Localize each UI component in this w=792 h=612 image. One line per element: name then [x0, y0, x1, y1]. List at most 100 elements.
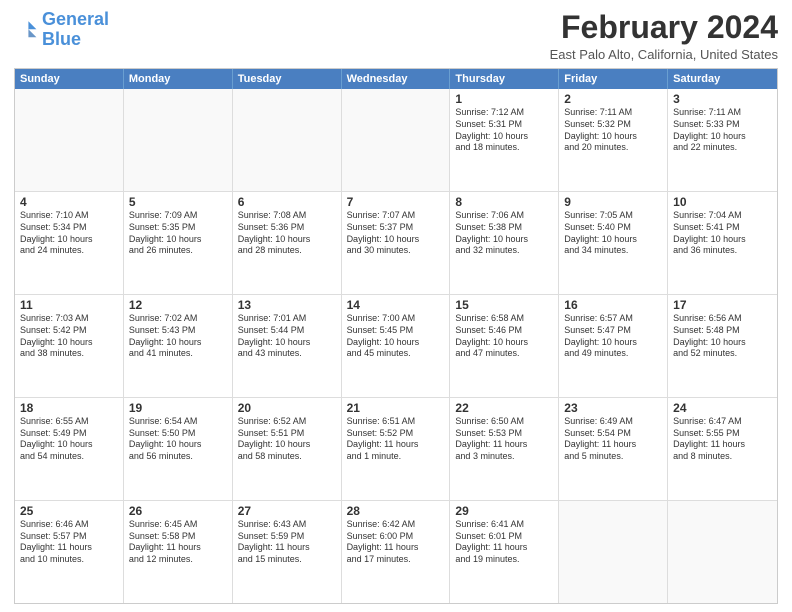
- day-number: 11: [20, 298, 118, 312]
- page: General Blue February 2024 East Palo Alt…: [0, 0, 792, 612]
- day-number: 10: [673, 195, 772, 209]
- day-number: 21: [347, 401, 445, 415]
- cell-text: Sunrise: 7:03 AM Sunset: 5:42 PM Dayligh…: [20, 313, 118, 360]
- day-number: 2: [564, 92, 662, 106]
- cell-text: Sunrise: 6:50 AM Sunset: 5:53 PM Dayligh…: [455, 416, 553, 463]
- calendar-cell-w1-d0: 4Sunrise: 7:10 AM Sunset: 5:34 PM Daylig…: [15, 192, 124, 294]
- calendar-cell-w4-d3: 28Sunrise: 6:42 AM Sunset: 6:00 PM Dayli…: [342, 501, 451, 603]
- day-number: 15: [455, 298, 553, 312]
- cell-text: Sunrise: 7:02 AM Sunset: 5:43 PM Dayligh…: [129, 313, 227, 360]
- cell-text: Sunrise: 6:41 AM Sunset: 6:01 PM Dayligh…: [455, 519, 553, 566]
- cell-text: Sunrise: 6:42 AM Sunset: 6:00 PM Dayligh…: [347, 519, 445, 566]
- calendar-cell-w4-d6: [668, 501, 777, 603]
- calendar-cell-w1-d4: 8Sunrise: 7:06 AM Sunset: 5:38 PM Daylig…: [450, 192, 559, 294]
- day-number: 9: [564, 195, 662, 209]
- calendar-header: SundayMondayTuesdayWednesdayThursdayFrid…: [15, 69, 777, 89]
- calendar-cell-w0-d5: 2Sunrise: 7:11 AM Sunset: 5:32 PM Daylig…: [559, 89, 668, 191]
- day-number: 22: [455, 401, 553, 415]
- calendar-cell-w2-d6: 17Sunrise: 6:56 AM Sunset: 5:48 PM Dayli…: [668, 295, 777, 397]
- calendar-cell-w3-d4: 22Sunrise: 6:50 AM Sunset: 5:53 PM Dayli…: [450, 398, 559, 500]
- header: General Blue February 2024 East Palo Alt…: [14, 10, 778, 62]
- cell-text: Sunrise: 6:54 AM Sunset: 5:50 PM Dayligh…: [129, 416, 227, 463]
- calendar-cell-w0-d0: [15, 89, 124, 191]
- cell-text: Sunrise: 7:10 AM Sunset: 5:34 PM Dayligh…: [20, 210, 118, 257]
- calendar-cell-w2-d4: 15Sunrise: 6:58 AM Sunset: 5:46 PM Dayli…: [450, 295, 559, 397]
- day-number: 19: [129, 401, 227, 415]
- calendar-cell-w4-d5: [559, 501, 668, 603]
- day-number: 26: [129, 504, 227, 518]
- calendar-row-3: 18Sunrise: 6:55 AM Sunset: 5:49 PM Dayli…: [15, 397, 777, 500]
- cell-text: Sunrise: 7:09 AM Sunset: 5:35 PM Dayligh…: [129, 210, 227, 257]
- calendar-cell-w4-d2: 27Sunrise: 6:43 AM Sunset: 5:59 PM Dayli…: [233, 501, 342, 603]
- logo: General Blue: [14, 10, 109, 50]
- calendar-cell-w3-d3: 21Sunrise: 6:51 AM Sunset: 5:52 PM Dayli…: [342, 398, 451, 500]
- logo-text: General Blue: [42, 10, 109, 50]
- day-number: 23: [564, 401, 662, 415]
- calendar-cell-w3-d6: 24Sunrise: 6:47 AM Sunset: 5:55 PM Dayli…: [668, 398, 777, 500]
- calendar-cell-w4-d4: 29Sunrise: 6:41 AM Sunset: 6:01 PM Dayli…: [450, 501, 559, 603]
- day-number: 17: [673, 298, 772, 312]
- day-number: 5: [129, 195, 227, 209]
- day-number: 16: [564, 298, 662, 312]
- calendar-cell-w1-d5: 9Sunrise: 7:05 AM Sunset: 5:40 PM Daylig…: [559, 192, 668, 294]
- cell-text: Sunrise: 6:49 AM Sunset: 5:54 PM Dayligh…: [564, 416, 662, 463]
- day-number: 25: [20, 504, 118, 518]
- calendar-cell-w2-d2: 13Sunrise: 7:01 AM Sunset: 5:44 PM Dayli…: [233, 295, 342, 397]
- calendar-cell-w2-d5: 16Sunrise: 6:57 AM Sunset: 5:47 PM Dayli…: [559, 295, 668, 397]
- cell-text: Sunrise: 7:01 AM Sunset: 5:44 PM Dayligh…: [238, 313, 336, 360]
- logo-line1: General: [42, 9, 109, 29]
- cell-text: Sunrise: 6:52 AM Sunset: 5:51 PM Dayligh…: [238, 416, 336, 463]
- cell-text: Sunrise: 7:04 AM Sunset: 5:41 PM Dayligh…: [673, 210, 772, 257]
- cell-text: Sunrise: 6:57 AM Sunset: 5:47 PM Dayligh…: [564, 313, 662, 360]
- calendar-cell-w0-d3: [342, 89, 451, 191]
- calendar-row-2: 11Sunrise: 7:03 AM Sunset: 5:42 PM Dayli…: [15, 294, 777, 397]
- day-number: 8: [455, 195, 553, 209]
- cell-text: Sunrise: 6:56 AM Sunset: 5:48 PM Dayligh…: [673, 313, 772, 360]
- header-day-sunday: Sunday: [15, 69, 124, 89]
- day-number: 1: [455, 92, 553, 106]
- day-number: 4: [20, 195, 118, 209]
- header-day-saturday: Saturday: [668, 69, 777, 89]
- cell-text: Sunrise: 7:11 AM Sunset: 5:33 PM Dayligh…: [673, 107, 772, 154]
- calendar-cell-w0-d4: 1Sunrise: 7:12 AM Sunset: 5:31 PM Daylig…: [450, 89, 559, 191]
- cell-text: Sunrise: 7:12 AM Sunset: 5:31 PM Dayligh…: [455, 107, 553, 154]
- calendar-cell-w1-d6: 10Sunrise: 7:04 AM Sunset: 5:41 PM Dayli…: [668, 192, 777, 294]
- calendar-cell-w4-d0: 25Sunrise: 6:46 AM Sunset: 5:57 PM Dayli…: [15, 501, 124, 603]
- cell-text: Sunrise: 7:08 AM Sunset: 5:36 PM Dayligh…: [238, 210, 336, 257]
- calendar-row-0: 1Sunrise: 7:12 AM Sunset: 5:31 PM Daylig…: [15, 89, 777, 191]
- day-number: 28: [347, 504, 445, 518]
- cell-text: Sunrise: 7:05 AM Sunset: 5:40 PM Dayligh…: [564, 210, 662, 257]
- logo-line2: Blue: [42, 29, 81, 49]
- calendar-cell-w1-d1: 5Sunrise: 7:09 AM Sunset: 5:35 PM Daylig…: [124, 192, 233, 294]
- logo-icon: [14, 18, 38, 42]
- header-day-friday: Friday: [559, 69, 668, 89]
- day-number: 12: [129, 298, 227, 312]
- cell-text: Sunrise: 7:11 AM Sunset: 5:32 PM Dayligh…: [564, 107, 662, 154]
- title-block: February 2024 East Palo Alto, California…: [550, 10, 778, 62]
- day-number: 20: [238, 401, 336, 415]
- month-title: February 2024: [550, 10, 778, 45]
- day-number: 13: [238, 298, 336, 312]
- calendar-cell-w0-d6: 3Sunrise: 7:11 AM Sunset: 5:33 PM Daylig…: [668, 89, 777, 191]
- calendar-cell-w4-d1: 26Sunrise: 6:45 AM Sunset: 5:58 PM Dayli…: [124, 501, 233, 603]
- calendar-cell-w1-d2: 6Sunrise: 7:08 AM Sunset: 5:36 PM Daylig…: [233, 192, 342, 294]
- cell-text: Sunrise: 7:00 AM Sunset: 5:45 PM Dayligh…: [347, 313, 445, 360]
- calendar-cell-w3-d5: 23Sunrise: 6:49 AM Sunset: 5:54 PM Dayli…: [559, 398, 668, 500]
- calendar-row-4: 25Sunrise: 6:46 AM Sunset: 5:57 PM Dayli…: [15, 500, 777, 603]
- day-number: 18: [20, 401, 118, 415]
- calendar-cell-w0-d1: [124, 89, 233, 191]
- cell-text: Sunrise: 6:58 AM Sunset: 5:46 PM Dayligh…: [455, 313, 553, 360]
- day-number: 27: [238, 504, 336, 518]
- calendar: SundayMondayTuesdayWednesdayThursdayFrid…: [14, 68, 778, 604]
- calendar-cell-w3-d2: 20Sunrise: 6:52 AM Sunset: 5:51 PM Dayli…: [233, 398, 342, 500]
- day-number: 29: [455, 504, 553, 518]
- header-day-wednesday: Wednesday: [342, 69, 451, 89]
- day-number: 14: [347, 298, 445, 312]
- header-day-monday: Monday: [124, 69, 233, 89]
- day-number: 7: [347, 195, 445, 209]
- calendar-body: 1Sunrise: 7:12 AM Sunset: 5:31 PM Daylig…: [15, 89, 777, 603]
- location: East Palo Alto, California, United State…: [550, 47, 778, 62]
- day-number: 3: [673, 92, 772, 106]
- cell-text: Sunrise: 6:46 AM Sunset: 5:57 PM Dayligh…: [20, 519, 118, 566]
- cell-text: Sunrise: 6:51 AM Sunset: 5:52 PM Dayligh…: [347, 416, 445, 463]
